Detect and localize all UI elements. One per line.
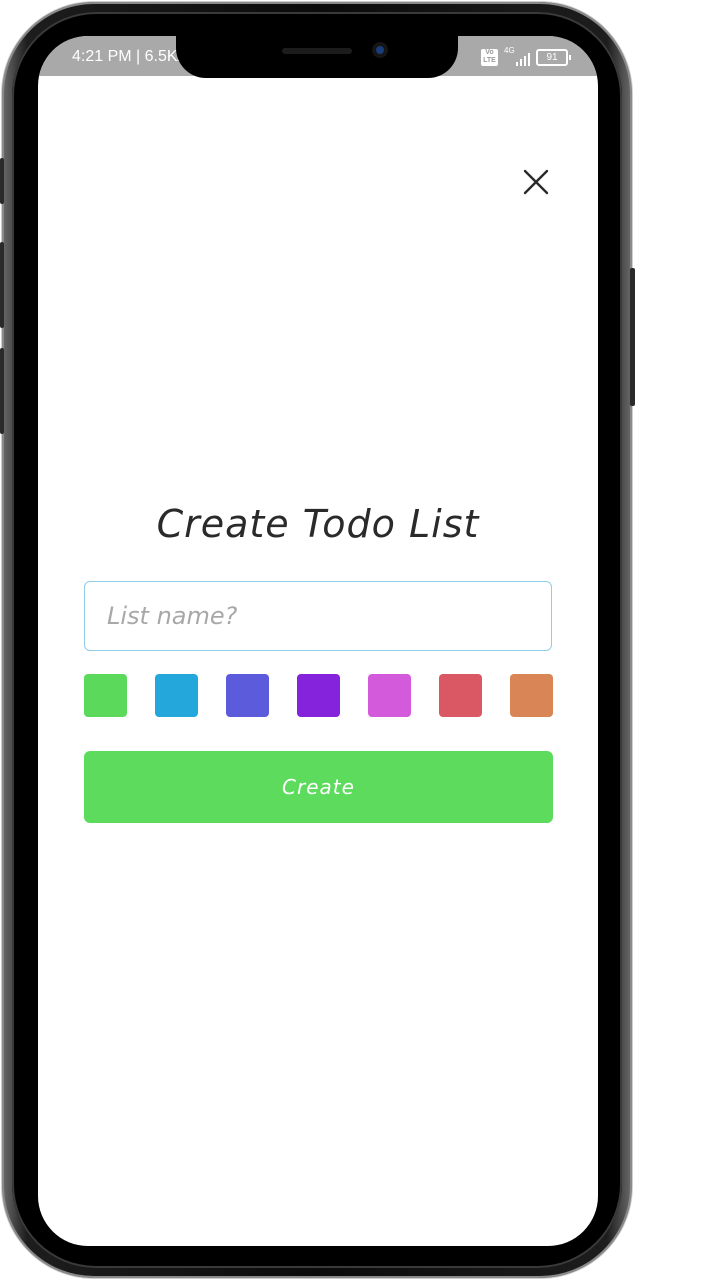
color-swatch[interactable] [368, 674, 411, 717]
list-name-input[interactable] [84, 581, 552, 651]
color-swatch[interactable] [510, 674, 553, 717]
front-camera [372, 42, 388, 58]
volume-down-button [0, 242, 4, 328]
status-indicators: Vo LTE 4G 91 [481, 46, 571, 67]
color-swatch[interactable] [155, 674, 198, 717]
close-icon[interactable] [522, 168, 550, 196]
speaker [282, 48, 352, 54]
power-button [630, 268, 635, 406]
color-swatch[interactable] [439, 674, 482, 717]
volte-icon: Vo LTE [481, 48, 498, 66]
notch [176, 36, 458, 78]
signal-icon: 4G [504, 46, 530, 66]
battery-icon: 91 [536, 48, 571, 66]
color-swatch[interactable] [226, 674, 269, 717]
color-picker [84, 674, 553, 717]
volume-button [0, 348, 4, 434]
status-time: 4:21 PM | 6.5K/s [72, 48, 180, 65]
screen: 4:21 PM | 6.5K/s Vo LTE 4G 91 Create Tod… [38, 36, 598, 1246]
create-button[interactable]: Create [84, 751, 553, 823]
dialog-title: Create Todo List [156, 502, 480, 546]
volume-up-button [0, 158, 4, 204]
network-type-label: 4G [504, 46, 515, 55]
color-swatch[interactable] [84, 674, 127, 717]
color-swatch[interactable] [297, 674, 340, 717]
